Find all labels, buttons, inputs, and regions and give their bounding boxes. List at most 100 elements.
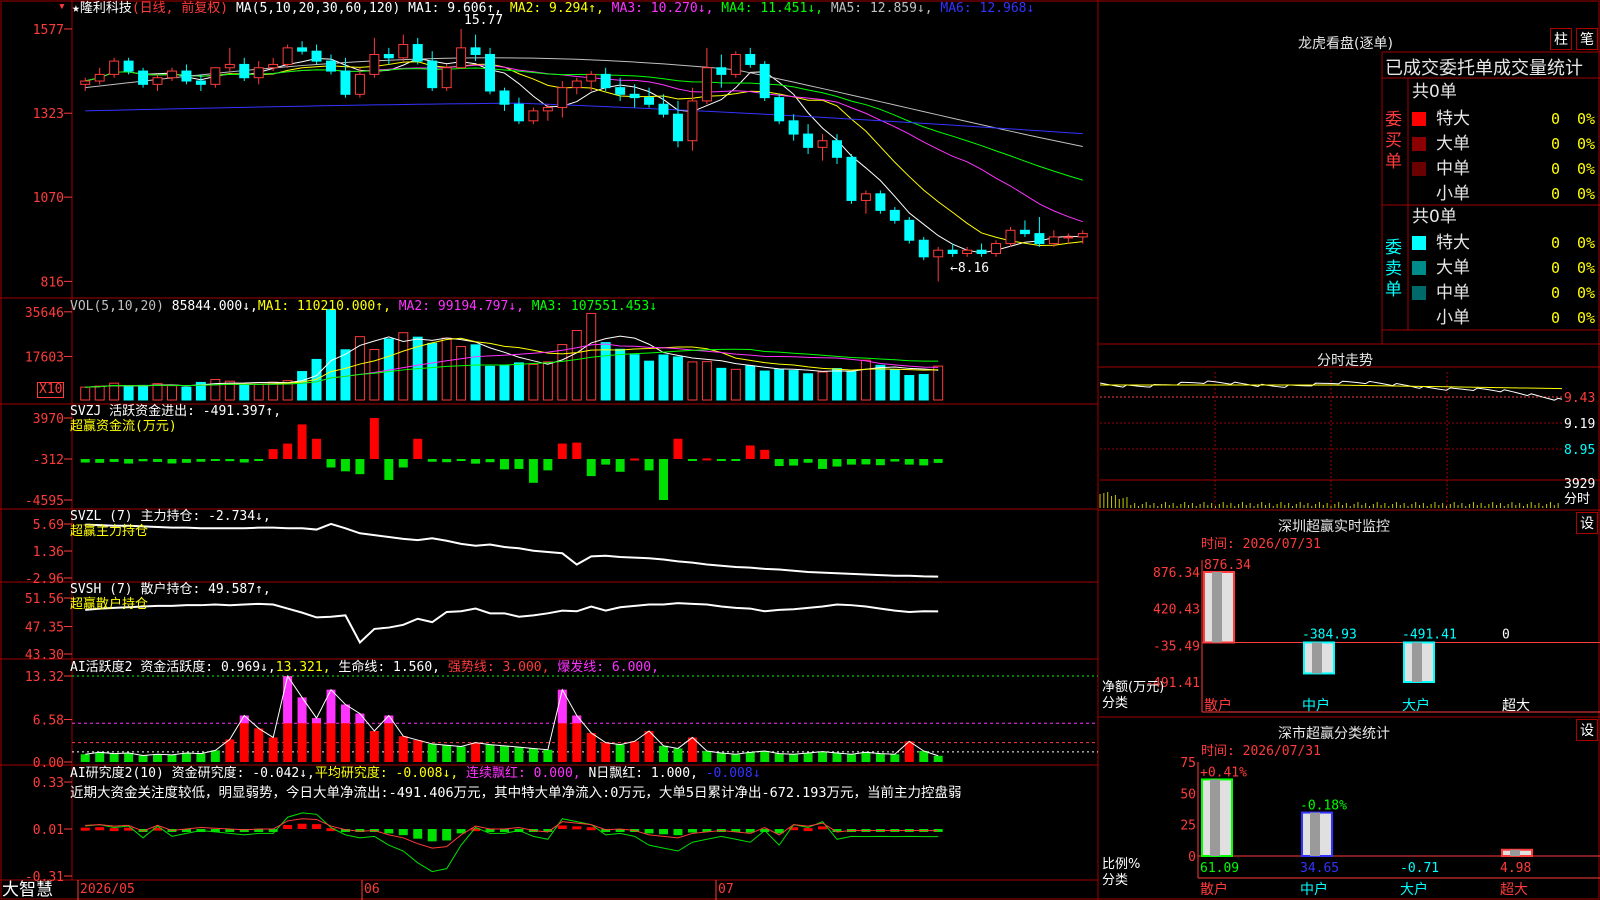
candle-body-53 <box>846 156 857 201</box>
stock-title[interactable]: ★隆利科技 <box>72 1 132 16</box>
candle-body-42 <box>687 100 698 142</box>
vol-bar-37 <box>615 348 626 401</box>
svzj-bar-34 <box>572 442 582 459</box>
svzj-bar-42 <box>687 458 697 461</box>
sz-class-cat-1: 中户 <box>1300 881 1328 898</box>
ai1-bar-42 <box>687 737 697 762</box>
ai2-bar-51 <box>818 826 828 830</box>
ai2-bar-1 <box>95 827 105 831</box>
ai2-bar-25 <box>442 829 452 841</box>
sell-swatch-3 <box>1412 311 1426 325</box>
ai2-bar-2 <box>109 828 119 832</box>
svzj-bar-45 <box>731 458 741 461</box>
ai1-bar-13 <box>268 737 278 762</box>
ai2-bar-40 <box>659 829 668 835</box>
candle-body-55 <box>875 193 886 211</box>
price-ytick-1: 1323 <box>33 107 64 122</box>
ai-active-burst: 爆发线: 6.000, <box>557 660 659 675</box>
buy-row-0: 特大 0 0% <box>1412 107 1600 131</box>
sz-monitor-cat-0: 散户 <box>1204 697 1232 714</box>
svzl-title: SVZL (7) 主力持仓: -2.734↓, <box>70 509 271 524</box>
sz-monitor-settings-button[interactable]: 设 <box>1576 512 1598 534</box>
svzj-ytick-1: -312 <box>33 453 64 468</box>
candle-body-4 <box>138 70 149 85</box>
ai1-bar-25 <box>442 745 452 762</box>
candle-body-69 <box>1077 233 1088 238</box>
svzj-bar-53 <box>846 458 856 465</box>
ai1-bar-27 <box>471 742 481 762</box>
candle-body-67 <box>1048 236 1059 245</box>
svzj-bar-29 <box>500 458 509 470</box>
svzj-bar-23 <box>413 438 423 459</box>
svsh-subtitle: 超赢散户持仓 <box>70 597 149 612</box>
vol-ytick-0: 35646 <box>25 306 64 321</box>
ai1-bar-top-17 <box>326 689 336 724</box>
buy-name-2: 中单 <box>1436 159 1470 179</box>
ai1-bar-8 <box>196 753 206 762</box>
candle-body-64 <box>1005 229 1016 245</box>
ai1-bar-28 <box>485 744 495 762</box>
intraday-title: 分时走势 <box>1317 353 1373 369</box>
vol-bar-6 <box>166 385 177 401</box>
vol-bar-7 <box>181 386 192 401</box>
close-icon[interactable]: ▾ <box>58 0 68 14</box>
ai2-bar-35 <box>586 827 596 831</box>
ai-active-lifeline: 生命线: 1.560, <box>338 660 440 675</box>
ai2-bar-23 <box>413 829 423 839</box>
svzj-bar-15 <box>297 424 307 459</box>
bar-mode-button[interactable]: 柱 <box>1550 28 1572 50</box>
intraday-ytick-0: 9.43 <box>1564 391 1596 406</box>
svzj-ytick-2: -4595 <box>25 494 64 509</box>
sz-monitor-ylabel: 净额(万元) <box>1102 680 1165 695</box>
svzl-ytick-2: -2.96 <box>25 572 64 587</box>
ai1-bar-36 <box>601 742 611 762</box>
brand-logo[interactable]: 大智慧 <box>2 880 53 900</box>
vol-unit-badge[interactable]: X10 <box>37 382 65 398</box>
lhb-tabs[interactable]: 已成交委托单成交量统计 <box>1385 54 1583 80</box>
ai2-bar-15 <box>297 823 307 829</box>
ai2-bar-22 <box>398 829 408 836</box>
vol-bar-36 <box>600 342 611 401</box>
vol-bar-31 <box>528 363 539 401</box>
ai2-bar-14 <box>283 825 293 829</box>
vol-bar-52 <box>832 368 842 401</box>
svzj-bar-40 <box>659 458 668 500</box>
ma-line-5 <box>85 57 1083 147</box>
ai1-line <box>85 674 939 757</box>
tick-mode-button[interactable]: 笔 <box>1576 28 1598 50</box>
sz-class-settings-button[interactable]: 设 <box>1576 719 1598 741</box>
svzj-bar-8 <box>196 458 206 462</box>
ai2-bar-42 <box>687 829 697 833</box>
svzj-bar-36 <box>601 458 611 465</box>
ai1-ytick-2: 0.00 <box>33 756 64 771</box>
sz-class-ylabel: 比例% <box>1102 857 1141 872</box>
ai-research-v5: -0.008↓ <box>705 766 761 781</box>
svzl-ytick-0: 5.69 <box>33 518 64 533</box>
sz-class-time: 时间: 2026/07/31 <box>1201 744 1321 759</box>
sz-monitor-bar-shade-2 <box>1412 642 1422 682</box>
chart-mode[interactable]: (日线, 前复权) <box>132 1 228 16</box>
vol-bar-50 <box>803 373 814 401</box>
svzj-bar-54 <box>861 458 871 465</box>
candle-body-9 <box>210 67 221 85</box>
sz-class-bar-shade-0 <box>1210 779 1220 856</box>
svzj-bar-17 <box>326 458 336 468</box>
candle-body-21 <box>383 53 394 59</box>
buy-count-3: 0 <box>1550 185 1560 203</box>
candle-body-51 <box>817 140 828 148</box>
candle-body-1 <box>94 73 105 82</box>
sz-monitor-title: 深圳超赢实时监控 <box>1278 519 1390 535</box>
intraday-vol-tick: 3929 <box>1564 477 1596 492</box>
vol-bar-39 <box>644 360 655 401</box>
ma-line-6 <box>85 102 1083 135</box>
ai1-bar-24 <box>427 743 437 762</box>
buy-swatch-1 <box>1412 137 1426 151</box>
ai1-bar-51 <box>818 751 828 762</box>
ai1-bar-31 <box>528 748 538 762</box>
buy-row-2: 中单 0 0% <box>1412 157 1600 181</box>
sell-pct-1: 0% <box>1577 259 1596 277</box>
candle-body-66 <box>1034 233 1045 245</box>
candle-body-5 <box>152 77 163 85</box>
lhb-title: 龙虎看盘(逐单) <box>1298 36 1393 52</box>
vol-bar-55 <box>875 364 886 401</box>
